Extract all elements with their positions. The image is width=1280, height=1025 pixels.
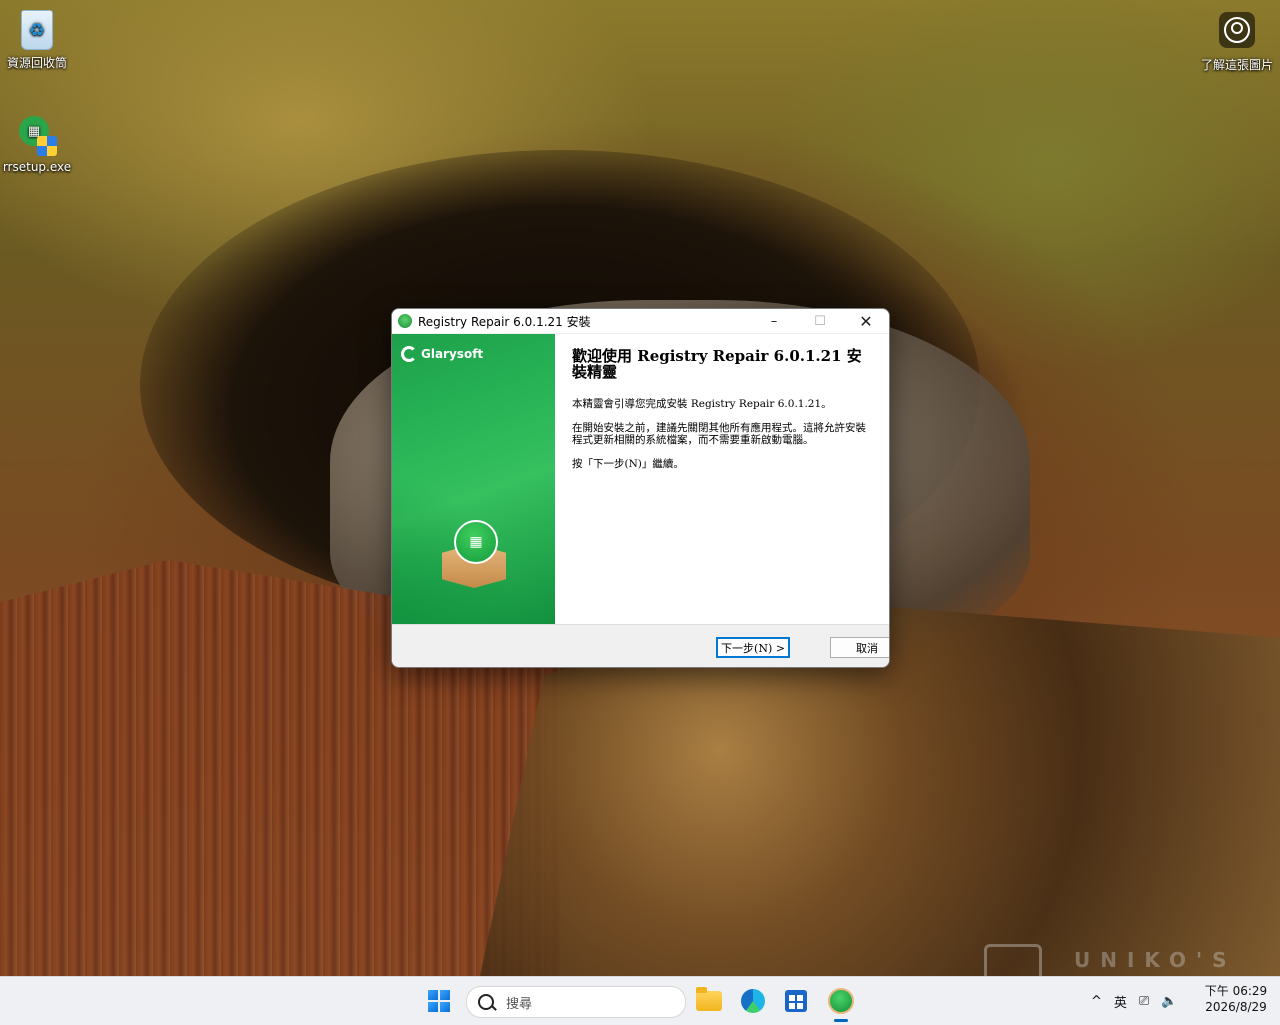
dialog-footer: 下一步(N) > 取消	[392, 624, 889, 667]
advice-text: 在開始安裝之前，建議先關閉其他所有應用程式。這將允許安裝程式更新相關的系統檔案，…	[572, 422, 866, 446]
desktop-icon-recycle-bin[interactable]: ♻ 資源回收筒	[0, 10, 77, 71]
registry-repair-icon	[828, 988, 854, 1014]
start-button[interactable]	[428, 990, 450, 1012]
active-app-indicator	[834, 1019, 848, 1022]
welcome-content: 歡迎使用 Registry Repair 6.0.1.21 安裝精靈 本精靈會引…	[572, 348, 872, 482]
desktop-icon-rrsetup[interactable]: ▦ rrsetup.exe	[0, 116, 77, 174]
chevron-up-icon[interactable]: ^	[1091, 994, 1102, 1009]
desktop-icon-label: rrsetup.exe	[2, 160, 72, 174]
registry-repair-taskbar-button[interactable]	[827, 987, 855, 1015]
store-icon	[785, 990, 807, 1012]
volume-icon[interactable]: 🔈	[1161, 994, 1177, 1009]
cancel-button[interactable]: 取消	[830, 637, 889, 658]
search-icon	[478, 994, 494, 1010]
package-box-icon: ▦	[432, 520, 516, 590]
clock-time: 下午 06:29	[1204, 984, 1268, 998]
store-button[interactable]	[782, 987, 810, 1015]
taskbar: 搜尋 ^ 英 ⎚ 🔈 下午 06:29 2026/8/29	[0, 976, 1280, 1025]
dialog-title: Registry Repair 6.0.1.21 安裝	[418, 314, 591, 329]
taskbar-search[interactable]: 搜尋	[466, 986, 686, 1018]
clock[interactable]: 下午 06:29 2026/8/29	[1200, 983, 1272, 1015]
welcome-banner: Glarysoft ▦	[392, 334, 555, 624]
app-icon	[398, 314, 412, 328]
desktop-icon-learn-about-picture[interactable]: 了解這張圖片	[1197, 12, 1277, 73]
edge-icon	[741, 989, 765, 1013]
maximize-button: ☐	[814, 313, 826, 329]
edge-button[interactable]	[739, 987, 767, 1015]
dialog-body: Glarysoft ▦ 歡迎使用 Registry Repair 6.0.1.2…	[392, 334, 889, 624]
installer-dialog: Registry Repair 6.0.1.21 安裝 – ☐ ✕ Glarys…	[391, 308, 890, 668]
continue-text: 按「下一步(N)」繼續。	[572, 458, 684, 470]
clock-date: 2026/8/29	[1205, 1000, 1267, 1014]
next-button[interactable]: 下一步(N) >	[716, 637, 790, 658]
desktop-icon-label: 了解這張圖片	[1200, 58, 1273, 72]
intro-text: 本精靈會引導您完成安裝 Registry Repair 6.0.1.21。	[572, 398, 832, 410]
search-placeholder: 搜尋	[506, 996, 533, 1012]
network-icon[interactable]: ⎚	[1139, 994, 1149, 1009]
recycle-bin-icon: ♻	[17, 10, 57, 50]
brand-name: Glarysoft	[421, 347, 484, 361]
file-explorer-button[interactable]	[695, 987, 723, 1015]
dialog-titlebar[interactable]: Registry Repair 6.0.1.21 安裝 – ☐ ✕	[392, 309, 889, 333]
desktop-icon-label: 資源回收筒	[6, 56, 67, 70]
glarysoft-logo-icon	[401, 346, 417, 362]
system-tray: ^ 英 ⎚ 🔈	[1085, 977, 1184, 1025]
glarysoft-logo: Glarysoft	[401, 346, 483, 362]
welcome-heading: 歡迎使用 Registry Repair 6.0.1.21 安裝精靈	[572, 347, 862, 381]
folder-icon	[696, 987, 722, 1011]
minimize-button[interactable]: –	[751, 309, 797, 333]
installer-icon: ▦	[17, 116, 57, 156]
ime-indicator[interactable]: 英	[1114, 992, 1127, 1011]
close-button[interactable]: ✕	[843, 309, 889, 333]
learn-about-picture-icon	[1217, 12, 1257, 52]
